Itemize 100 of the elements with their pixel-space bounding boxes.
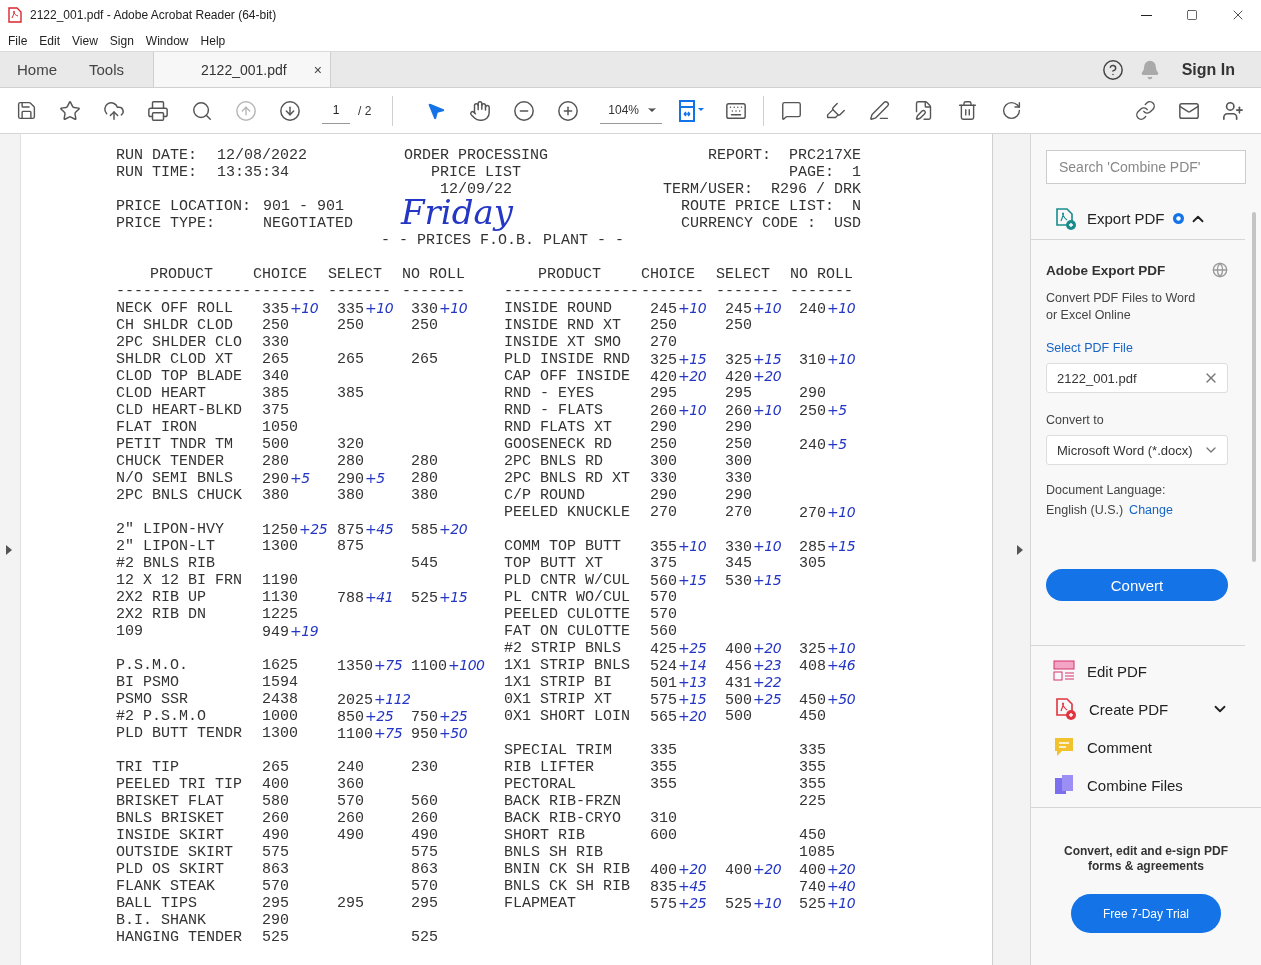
product-name: BACK RIB-CRYO — [504, 810, 623, 827]
price-value: 300 — [650, 453, 677, 470]
convert-button[interactable]: Convert — [1046, 569, 1228, 601]
report-title: PRICE LIST — [430, 164, 522, 181]
product-name: GOOSENECK RD — [504, 436, 614, 453]
handwritten-note: +45 — [678, 878, 707, 895]
product-name: FLAT IRON — [116, 419, 198, 436]
price-value: 560 — [650, 573, 677, 590]
free-trial-button[interactable]: Free 7-Day Trial — [1071, 894, 1221, 933]
tool-item[interactable]: Combine Files — [1053, 766, 1229, 804]
window-title: 2122_001.pdf - Adobe Acrobat Reader (64-bit) — [30, 8, 278, 22]
handwritten-note: +15 — [753, 351, 782, 368]
price-value: 525 — [725, 896, 752, 913]
price-value: 295 — [650, 385, 677, 402]
search-field[interactable]: Search 'Combine PDF' — [1046, 150, 1246, 184]
tool-label: Edit PDF — [1087, 662, 1147, 680]
sign-in-link[interactable]: Sign In — [1181, 60, 1235, 79]
handwritten-note: +23 — [753, 657, 782, 674]
close-tab-button[interactable]: × — [313, 61, 323, 78]
handwritten-note: +10 — [678, 538, 707, 555]
price-value: 1594 — [262, 674, 298, 691]
format-dropdown[interactable]: Microsoft Word (*.docx) — [1046, 435, 1228, 465]
price-value: 250 — [799, 403, 826, 420]
highlighter-icon — [824, 100, 846, 121]
price-value: 270 — [650, 334, 677, 351]
price-value: 585 — [411, 522, 438, 539]
tab-label: 2122_001.pdf — [201, 61, 287, 78]
price-value: 1130 — [262, 589, 298, 606]
menu-item[interactable]: Edit — [33, 33, 67, 48]
price-value: 290 — [799, 385, 826, 402]
menu-item[interactable]: Window — [139, 33, 195, 48]
pen-icon — [868, 100, 890, 121]
minimize-icon — [1140, 14, 1152, 16]
product-name: PEELED CULOTTE — [504, 606, 632, 623]
scrollbar-thumb[interactable] — [1252, 212, 1256, 562]
field-label: PRICE LOCATION: — [116, 198, 253, 215]
product-name: HANGING TENDER — [116, 929, 244, 946]
handwritten-note: +10 — [827, 351, 856, 368]
expand-arrow-icon[interactable] — [6, 544, 12, 555]
price-value: 375 — [262, 402, 289, 419]
handwritten-note: +15 — [678, 572, 707, 589]
price-value: 1625 — [262, 657, 298, 674]
help-icon[interactable] — [1101, 58, 1124, 81]
product-name: SHORT RIB — [504, 827, 586, 844]
price-value: 260 — [411, 810, 438, 827]
dashed-rule: ------- — [641, 283, 705, 300]
export-pdf-header[interactable]: Export PDF — [1031, 198, 1245, 240]
select-file-link[interactable]: Select PDF File — [1046, 341, 1228, 355]
menu-item[interactable]: Sign — [103, 33, 140, 48]
price-value: 300 — [725, 453, 752, 470]
price-value: 280 — [337, 453, 364, 470]
product-name: COMM TOP BUTT — [504, 538, 623, 555]
field-value: N — [852, 198, 861, 215]
collapse-panel-arrow-icon[interactable] — [1017, 544, 1023, 555]
handwritten-note: +5 — [365, 470, 385, 487]
price-value: 230 — [411, 759, 438, 776]
change-link[interactable]: Change — [1129, 503, 1173, 517]
price-value: 290 — [725, 487, 752, 504]
menu-item[interactable]: Help — [194, 33, 232, 48]
price-value: 1100 — [411, 658, 447, 675]
price-value: 501 — [650, 675, 677, 692]
zoom-in-icon — [557, 99, 580, 122]
tool-item[interactable]: Edit PDF — [1053, 652, 1229, 690]
price-value: 740 — [799, 879, 826, 896]
handwritten-note: +5 — [827, 402, 847, 419]
product-name: C/P ROUND — [504, 487, 586, 504]
price-value: 490 — [337, 827, 364, 844]
zoom-out-icon — [513, 99, 536, 122]
price-value: 225 — [799, 793, 826, 810]
nav-tab[interactable]: Tools — [72, 52, 140, 87]
price-value: 500 — [262, 436, 289, 453]
tool-item[interactable]: Comment — [1053, 728, 1229, 766]
price-value: 490 — [411, 827, 438, 844]
field-value: 1 — [852, 164, 861, 181]
product-name: N/O SEMI BNLS — [116, 470, 235, 487]
zoom-field[interactable]: 104% — [600, 97, 663, 124]
product-name: BI PSMO — [116, 674, 180, 691]
document-tab[interactable]: 2122_001.pdf × — [153, 52, 332, 87]
handwritten-note: +22 — [753, 674, 782, 691]
price-value: 240 — [337, 759, 364, 776]
product-name: 2X2 RIB UP — [116, 589, 207, 606]
menu-item[interactable]: File — [2, 33, 34, 48]
price-value: 335 — [650, 742, 677, 759]
price-value: 340 — [262, 368, 289, 385]
product-name: #2 STRIP BNLS — [504, 640, 623, 657]
product-name: P.S.M.O. — [116, 657, 189, 674]
dashed-rule: --------------- — [504, 283, 641, 300]
file-field[interactable]: 2122_001.pdf — [1046, 363, 1228, 393]
price-value: 530 — [725, 573, 752, 590]
product-name: RND - FLATS — [504, 402, 605, 419]
price-value: 380 — [337, 487, 364, 504]
menu-item[interactable]: View — [66, 33, 104, 48]
product-name: CH SHLDR CLOD — [116, 317, 235, 334]
handwritten-note: +25 — [753, 691, 782, 708]
nav-tab[interactable]: Home — [0, 52, 72, 87]
product-name: 1X1 STRIP BNLS — [504, 657, 632, 674]
price-value: 400 — [650, 862, 677, 879]
tool-item[interactable]: Create PDF — [1053, 690, 1229, 728]
page-number-field[interactable]: 1 — [322, 97, 350, 124]
product-name: RIB LIFTER — [504, 759, 595, 776]
